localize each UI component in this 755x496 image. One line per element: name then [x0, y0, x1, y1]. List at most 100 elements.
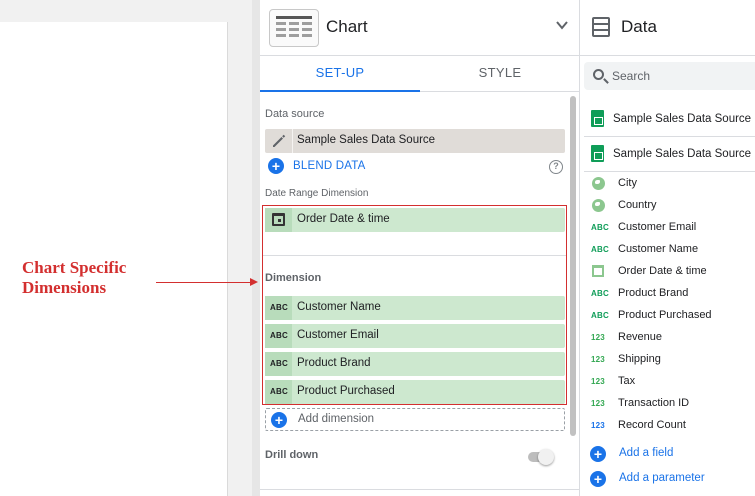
field-item[interactable]: 123 Revenue — [580, 327, 755, 349]
date-range-value: Order Date & time — [297, 213, 390, 225]
field-item[interactable]: ABC Product Brand — [580, 283, 755, 305]
annotation-arrow-head-icon — [250, 278, 258, 286]
scrollbar-thumb[interactable] — [570, 96, 576, 436]
field-item[interactable]: 123 Tax — [580, 371, 755, 393]
panel-header: Chart — [260, 0, 580, 56]
number-type-icon: 123 — [591, 399, 605, 408]
field-label: Customer Name — [618, 243, 699, 255]
field-label: Transaction ID — [618, 397, 690, 409]
annotation-label: Chart Specific Dimensions — [22, 258, 162, 298]
add-dimension-button[interactable]: + Add dimension — [265, 408, 565, 431]
add-dimension-label: Add dimension — [298, 413, 375, 425]
drill-down-toggle[interactable] — [528, 449, 554, 465]
database-icon — [592, 17, 610, 37]
data-panel: Data Sample Sales Data Source Sample Sal… — [580, 0, 755, 496]
field-item[interactable]: 123 Record Count — [580, 415, 755, 437]
add-parameter-label: Add a parameter — [619, 472, 705, 484]
panel-title: Chart — [326, 17, 368, 36]
field-label: Revenue — [618, 331, 663, 343]
blend-data-label: BLEND DATA — [293, 160, 366, 172]
chevron-down-icon[interactable] — [555, 18, 569, 32]
field-item[interactable]: Order Date & time — [580, 261, 755, 283]
field-item[interactable]: 123 Transaction ID — [580, 393, 755, 415]
data-panel-title: Data — [621, 17, 657, 36]
field-item[interactable]: City — [580, 173, 755, 195]
drill-down-label: Drill down — [265, 449, 319, 461]
add-field-label: Add a field — [619, 447, 674, 459]
plus-circle-icon: + — [268, 158, 284, 174]
field-label: Order Date & time — [618, 265, 707, 277]
dimension-chip[interactable]: ABC Product Purchased — [265, 380, 565, 404]
field-label: City — [618, 177, 637, 189]
help-icon[interactable]: ? — [549, 160, 563, 174]
panel-divider — [252, 0, 260, 496]
data-source-label: Data source — [265, 108, 325, 120]
section-divider — [260, 489, 580, 490]
data-source-name: Sample Sales Data Source — [297, 134, 436, 146]
field-label: Product Brand — [618, 287, 689, 299]
text-type-icon: ABC — [265, 296, 292, 320]
field-label: Product Purchased — [618, 309, 712, 321]
data-source-item-label: Sample Sales Data Source — [613, 148, 752, 160]
pencil-icon[interactable] — [271, 133, 287, 149]
number-type-icon: 123 — [591, 355, 605, 364]
panel-tabs: SET-UP STYLE — [260, 56, 580, 92]
globe-icon — [592, 199, 605, 212]
field-item[interactable]: ABC Customer Name — [580, 239, 755, 261]
dimension-chip-label: Product Purchased — [297, 385, 395, 397]
annotation-arrow-line — [156, 282, 252, 283]
text-type-icon: ABC — [591, 289, 609, 298]
date-range-label: Date Range Dimension — [265, 188, 369, 199]
add-field-button[interactable]: + Add a field — [580, 443, 755, 465]
field-label: Customer Email — [618, 221, 697, 233]
data-source-item[interactable]: Sample Sales Data Source — [580, 102, 755, 136]
search-icon — [593, 69, 604, 80]
source-divider — [584, 171, 755, 172]
properties-panel: Chart SET-UP STYLE Data source Sample Sa… — [260, 0, 580, 496]
plus-circle-icon: + — [590, 446, 606, 462]
dimension-label: Dimension — [265, 272, 322, 284]
tab-setup[interactable]: SET-UP — [260, 56, 420, 92]
section-divider — [263, 255, 566, 256]
plus-circle-icon: + — [590, 471, 606, 487]
text-type-icon: ABC — [265, 352, 292, 376]
date-range-chip[interactable]: Order Date & time — [265, 208, 565, 232]
text-type-icon: ABC — [591, 245, 609, 254]
search-input[interactable] — [612, 68, 752, 84]
data-source-item-label: Sample Sales Data Source — [613, 113, 752, 125]
data-source-selector[interactable]: Sample Sales Data Source — [265, 129, 565, 153]
field-item[interactable]: ABC Customer Email — [580, 217, 755, 239]
field-item[interactable]: Country — [580, 195, 755, 217]
globe-icon — [592, 177, 605, 190]
field-label: Record Count — [618, 419, 686, 431]
calendar-icon — [265, 208, 292, 232]
number-type-icon: 123 — [591, 421, 605, 430]
table-chart-icon[interactable] — [269, 9, 319, 47]
tab-style[interactable]: STYLE — [420, 56, 580, 92]
field-label: Shipping — [618, 353, 661, 365]
sheets-icon — [591, 145, 604, 162]
dimension-chip-label: Customer Name — [297, 301, 381, 313]
text-type-icon: ABC — [265, 380, 292, 404]
text-type-icon: ABC — [265, 324, 292, 348]
annotation-line-1: Chart Specific — [22, 258, 127, 277]
annotation-line-2: Dimensions — [22, 278, 107, 297]
dimension-chip-label: Customer Email — [297, 329, 379, 341]
dimension-chip[interactable]: ABC Product Brand — [265, 352, 565, 376]
plus-circle-icon: + — [271, 412, 287, 428]
field-item[interactable]: ABC Product Purchased — [580, 305, 755, 327]
dimension-chip[interactable]: ABC Customer Email — [265, 324, 565, 348]
number-type-icon: 123 — [591, 377, 605, 386]
text-type-icon: ABC — [591, 223, 609, 232]
number-type-icon: 123 — [591, 333, 605, 342]
field-label: Tax — [618, 375, 636, 387]
sheets-icon — [591, 110, 604, 127]
field-item[interactable]: 123 Shipping — [580, 349, 755, 371]
dimension-chip[interactable]: ABC Customer Name — [265, 296, 565, 320]
data-source-item[interactable]: Sample Sales Data Source — [580, 137, 755, 171]
dimension-chip-label: Product Brand — [297, 357, 371, 369]
search-box[interactable] — [584, 62, 755, 90]
add-parameter-button[interactable]: + Add a parameter — [580, 468, 755, 490]
calendar-icon — [592, 265, 604, 277]
field-label: Country — [618, 199, 657, 211]
